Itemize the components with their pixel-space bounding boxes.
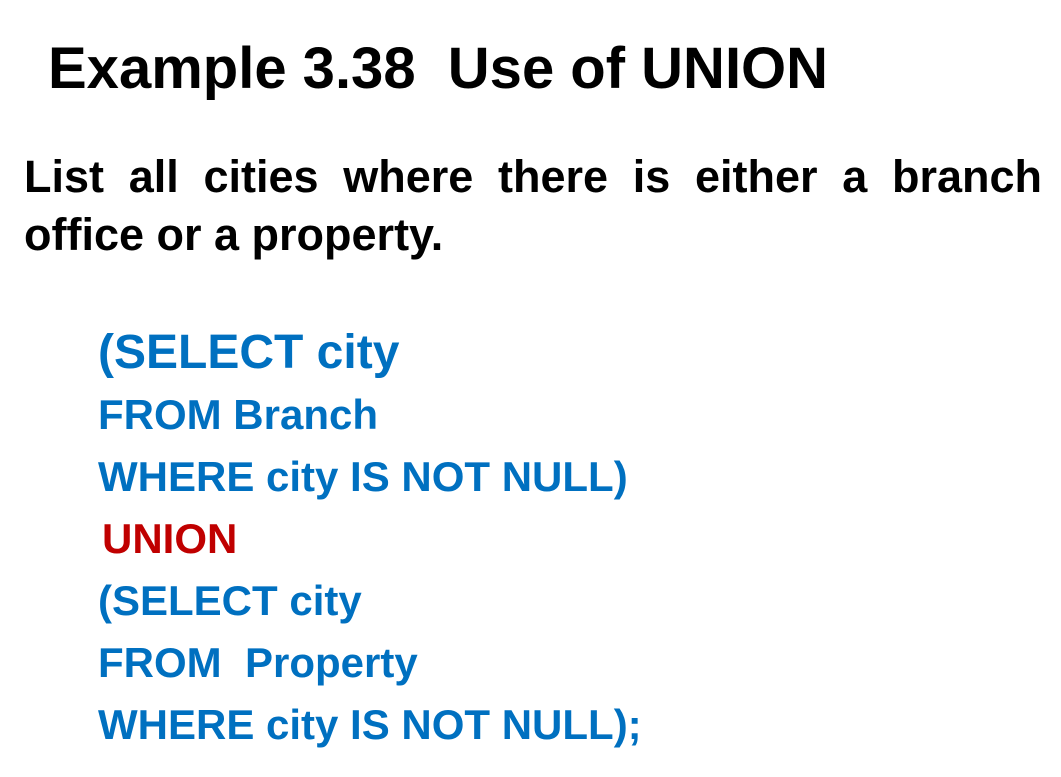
sql-line-from-branch: FROM Branch xyxy=(98,391,379,438)
sql-line-select-property: (SELECT city xyxy=(98,577,362,624)
question-text: List all cities where there is either a … xyxy=(24,151,1042,260)
sql-line-where-property: WHERE city IS NOT NULL); xyxy=(98,701,642,748)
sql-code-block: (SELECT city FROM Branch WHERE city IS N… xyxy=(98,322,642,756)
slide-title: Example 3.38 Use of UNION xyxy=(48,36,829,101)
slide: Example 3.38 Use of UNION List all citie… xyxy=(0,0,1061,777)
sql-line-from-property: FROM Property xyxy=(98,639,418,686)
sql-line-select-branch: (SELECT city xyxy=(98,326,400,379)
sql-line-where-branch: WHERE city IS NOT NULL) xyxy=(98,453,628,500)
sql-line-union-keyword: UNION xyxy=(102,515,238,562)
